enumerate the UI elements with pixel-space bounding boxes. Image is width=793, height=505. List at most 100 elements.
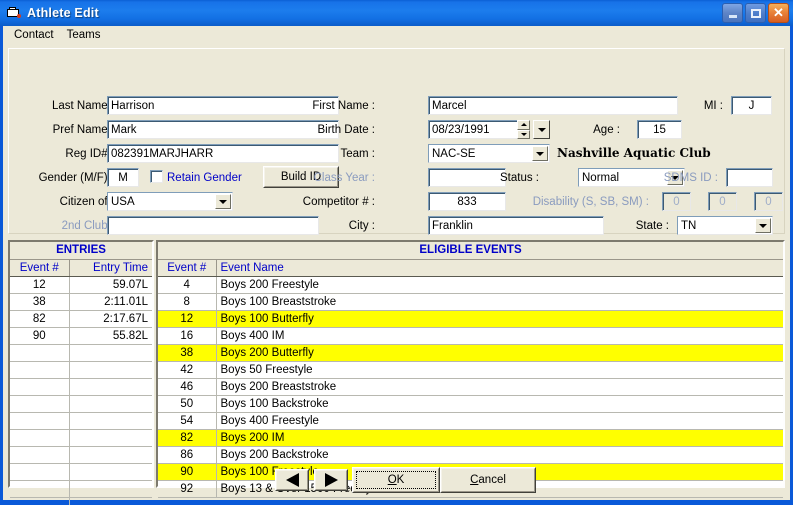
entry-event-number bbox=[10, 378, 70, 396]
second-club-input[interactable] bbox=[107, 216, 319, 235]
eligible-event-number: 86 bbox=[158, 446, 217, 464]
next-button[interactable] bbox=[314, 469, 348, 491]
age-input[interactable]: 15 bbox=[637, 120, 682, 139]
menu-item-contact[interactable]: Contact bbox=[9, 28, 62, 43]
table-row-empty[interactable] bbox=[10, 497, 152, 505]
chevron-down-icon bbox=[536, 151, 544, 156]
table-row-empty[interactable] bbox=[10, 361, 152, 379]
team-value: NAC-SE bbox=[432, 148, 476, 160]
entry-event-number bbox=[10, 497, 70, 505]
eligible-event-number: 46 bbox=[158, 378, 217, 396]
team-select[interactable]: NAC-SE bbox=[428, 144, 550, 163]
state-dropdown-arrow[interactable] bbox=[755, 218, 771, 233]
maximize-icon bbox=[750, 8, 761, 18]
eligible-event-number: 12 bbox=[158, 310, 217, 328]
eligible-event-name: Boys 100 Breaststroke bbox=[216, 293, 783, 311]
eligible-event-name: Boys 400 IM bbox=[216, 327, 783, 345]
ok-button[interactable]: OK bbox=[352, 467, 440, 493]
entry-event-number: 38 bbox=[10, 293, 70, 311]
team-dropdown-arrow[interactable] bbox=[532, 146, 548, 161]
eligible-event-number: 16 bbox=[158, 327, 217, 345]
table-row-empty[interactable] bbox=[10, 344, 152, 362]
city-input[interactable]: Franklin bbox=[428, 216, 604, 235]
citizen-dropdown-arrow[interactable] bbox=[215, 194, 231, 209]
entry-time bbox=[69, 497, 152, 505]
gender-label: Gender (M/F) : bbox=[38, 172, 114, 184]
mi-input[interactable]: J bbox=[731, 96, 772, 115]
window-folder-icon bbox=[6, 6, 22, 20]
table-row[interactable]: 12 Boys 100 Butterfly bbox=[158, 310, 783, 328]
table-row[interactable]: 12 59.07L bbox=[10, 276, 152, 294]
eligible-col-name[interactable]: Event Name bbox=[216, 260, 783, 277]
table-row[interactable]: 38 Boys 200 Butterfly bbox=[158, 344, 783, 362]
retain-gender-checkbox[interactable] bbox=[150, 170, 163, 183]
minimize-button[interactable] bbox=[722, 3, 743, 23]
gender-input[interactable]: M bbox=[107, 168, 139, 187]
window-controls: ✕ bbox=[722, 3, 789, 23]
birth-date-dropdown-button[interactable] bbox=[533, 120, 550, 139]
eligible-event-number: 8 bbox=[158, 293, 217, 311]
close-button[interactable]: ✕ bbox=[768, 3, 789, 23]
eligible-event-name: Boys 100 Butterfly bbox=[216, 310, 783, 328]
entries-caption: ENTRIES bbox=[10, 242, 152, 260]
disability-sb-input[interactable]: 0 bbox=[708, 192, 737, 211]
spinner-up-icon[interactable] bbox=[517, 120, 530, 130]
previous-button[interactable] bbox=[275, 469, 309, 491]
table-row[interactable]: 54 Boys 400 Freestyle bbox=[158, 412, 783, 430]
city-label: City : bbox=[348, 220, 375, 232]
sdms-id-input[interactable] bbox=[726, 168, 773, 187]
entry-time bbox=[69, 429, 152, 447]
table-row[interactable]: 8 Boys 100 Breaststroke bbox=[158, 293, 783, 311]
title-bar[interactable]: Athlete Edit ✕ bbox=[0, 0, 793, 26]
table-row-empty[interactable] bbox=[10, 429, 152, 447]
table-row[interactable]: 38 2:11.01L bbox=[10, 293, 152, 311]
eligible-event-name: Boys 200 Breaststroke bbox=[216, 378, 783, 396]
state-value: TN bbox=[681, 220, 697, 232]
table-row[interactable]: 86 Boys 200 Backstroke bbox=[158, 446, 783, 464]
state-select[interactable]: TN bbox=[677, 216, 773, 235]
menu-bar: Contact Teams bbox=[3, 26, 790, 44]
first-name-input[interactable]: Marcel bbox=[428, 96, 678, 115]
maximize-button[interactable] bbox=[745, 3, 766, 23]
spinner-down-icon[interactable] bbox=[517, 129, 530, 139]
table-row-empty[interactable] bbox=[10, 412, 152, 430]
entry-time: 59.07L bbox=[69, 276, 152, 294]
client-area: Contact Teams Last Name : Harrison First… bbox=[3, 26, 790, 505]
cancel-button[interactable]: Cancel bbox=[440, 467, 536, 493]
table-row[interactable]: 82 2:17.67L bbox=[10, 310, 152, 328]
disability-s-input[interactable]: 0 bbox=[662, 192, 691, 211]
table-row-empty[interactable] bbox=[10, 378, 152, 396]
eligible-event-name: Boys 50 Freestyle bbox=[216, 361, 783, 379]
table-row[interactable]: 16 Boys 400 IM bbox=[158, 327, 783, 345]
reg-id-input[interactable]: 082391MARJHARR bbox=[107, 144, 339, 163]
table-row[interactable]: 82 Boys 200 IM bbox=[158, 429, 783, 447]
eligible-event-number: 54 bbox=[158, 412, 217, 430]
entries-col-event[interactable]: Event # bbox=[10, 260, 70, 277]
table-row[interactable]: 4 Boys 200 Freestyle bbox=[158, 276, 783, 294]
table-row[interactable]: 50 Boys 100 Backstroke bbox=[158, 395, 783, 413]
table-row[interactable]: 90 55.82L bbox=[10, 327, 152, 345]
entries-col-time[interactable]: Entry Time bbox=[69, 260, 152, 277]
disability-sm-input[interactable]: 0 bbox=[754, 192, 783, 211]
retain-gender-label[interactable]: Retain Gender bbox=[167, 172, 242, 184]
menu-item-teams[interactable]: Teams bbox=[62, 28, 109, 43]
eligible-col-event[interactable]: Event # bbox=[158, 260, 217, 277]
second-club-label: 2nd Club : bbox=[61, 220, 114, 232]
disability-label: Disability (S, SB, SM) : bbox=[532, 196, 649, 208]
entry-event-number bbox=[10, 395, 70, 413]
competitor-input[interactable]: 833 bbox=[428, 192, 506, 211]
citizen-select[interactable]: USA bbox=[107, 192, 233, 211]
eligible-header-row: Event # Event Name bbox=[158, 260, 783, 277]
table-row[interactable]: 46 Boys 200 Breaststroke bbox=[158, 378, 783, 396]
minimize-icon bbox=[728, 15, 737, 18]
status-label: Status : bbox=[500, 172, 539, 184]
eligible-event-number: 38 bbox=[158, 344, 217, 362]
birth-date-input[interactable]: 08/23/1991 bbox=[428, 120, 523, 139]
table-row-empty[interactable] bbox=[10, 395, 152, 413]
mi-label: MI : bbox=[703, 100, 723, 112]
table-row-empty[interactable] bbox=[10, 446, 152, 464]
entry-event-number: 12 bbox=[10, 276, 70, 294]
entry-time bbox=[69, 446, 152, 464]
birth-date-spinner[interactable] bbox=[517, 120, 530, 139]
table-row[interactable]: 42 Boys 50 Freestyle bbox=[158, 361, 783, 379]
